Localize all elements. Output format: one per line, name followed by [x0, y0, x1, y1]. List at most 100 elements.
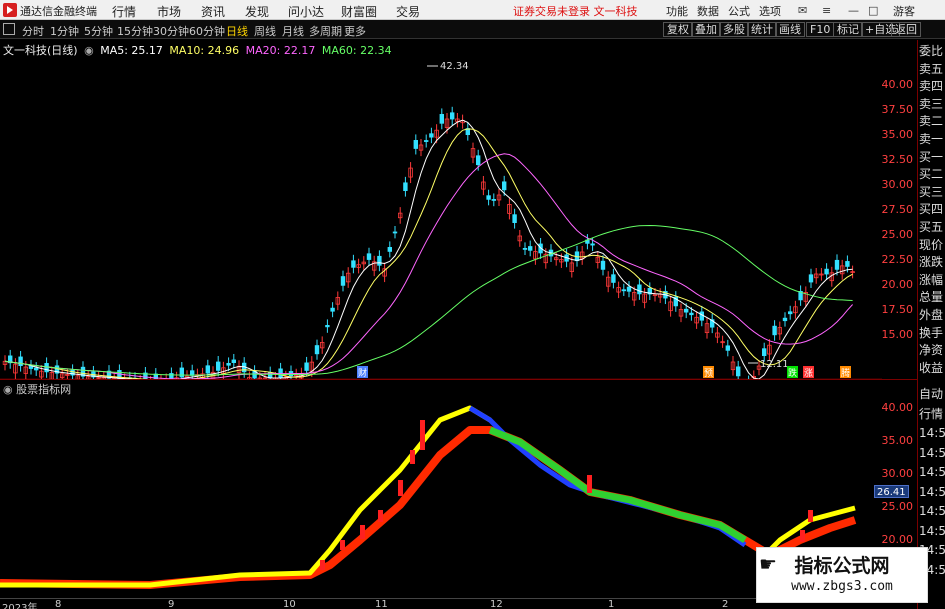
- maximize-icon[interactable]: □: [868, 4, 878, 17]
- indicator-signal-bar: [340, 540, 345, 550]
- time-axis-label: 8: [55, 599, 62, 609]
- period-5min[interactable]: 5分钟: [84, 23, 113, 39]
- candle-body: [600, 260, 606, 270]
- menu-ask[interactable]: 问小达: [288, 3, 324, 20]
- side-panel-item[interactable]: 收益: [919, 361, 945, 375]
- indicator-fast-up-line: [0, 405, 492, 588]
- side-panel-item[interactable]: 委比: [919, 44, 945, 58]
- draw-line-button[interactable]: 画线: [775, 22, 805, 37]
- watermark-url: www.zbgs3.com: [791, 579, 893, 594]
- side-panel-item[interactable]: 卖二: [919, 114, 945, 128]
- login-notice[interactable]: 证券交易未登录 文一科技: [513, 3, 638, 19]
- candle-body: [611, 274, 616, 283]
- indicator-slow-line: [0, 426, 857, 589]
- side-panel-item[interactable]: 现价: [919, 238, 945, 252]
- multi-stock-button[interactable]: 多股: [719, 22, 749, 37]
- candle-body: [226, 363, 231, 366]
- candle-body: [314, 345, 320, 355]
- candle-body: [387, 247, 392, 252]
- period-1min[interactable]: 1分钟: [50, 23, 79, 39]
- user-label[interactable]: 游客: [893, 3, 915, 19]
- menu-trade[interactable]: 交易: [396, 3, 420, 20]
- event-marker-label: 涨: [804, 368, 813, 379]
- mark-button[interactable]: 标记: [833, 22, 863, 37]
- indicator-settings-icon[interactable]: ◉: [3, 383, 13, 396]
- side-panel-item[interactable]: 买一: [919, 150, 945, 164]
- overlay-button[interactable]: 叠加: [691, 22, 721, 37]
- period-more[interactable]: 更多: [344, 23, 366, 39]
- ma60-line: [4, 224, 853, 376]
- candle-body: [34, 367, 39, 371]
- menu-discover[interactable]: 发现: [245, 3, 269, 20]
- candle-body: [736, 366, 741, 377]
- ma20-line: [4, 153, 853, 380]
- indicator-chart[interactable]: [0, 380, 882, 598]
- side-panel-item[interactable]: 买五: [919, 220, 945, 234]
- side-panel-item[interactable]: 换手: [919, 326, 945, 340]
- period-weekly[interactable]: 周线: [254, 23, 276, 39]
- back-button[interactable]: 返回: [891, 22, 921, 37]
- side-panel-item[interactable]: 外盘: [919, 308, 945, 322]
- candlestick-chart[interactable]: 42.34 12.11 财 预 跌涨 腾: [0, 40, 882, 380]
- side-panel-item[interactable]: 涨跌: [919, 255, 945, 269]
- side-panel-item[interactable]: 买二: [919, 167, 945, 181]
- period-daily[interactable]: 日线: [226, 23, 248, 39]
- candle-body: [377, 255, 382, 266]
- window-icon[interactable]: [3, 23, 15, 35]
- side-panel-item[interactable]: 行情: [919, 407, 945, 421]
- side-panel-item[interactable]: 涨幅: [919, 273, 945, 287]
- side-panel-item[interactable]: 14:50: [919, 426, 945, 440]
- side-panel-item[interactable]: 净资: [919, 343, 945, 357]
- side-panel-item[interactable]: 14:50: [919, 524, 945, 538]
- minimize-icon[interactable]: —: [848, 4, 859, 17]
- menu-formula[interactable]: 公式: [728, 3, 750, 19]
- menu-function[interactable]: 功能: [666, 3, 688, 19]
- indicator-axis-label: 40.00: [881, 401, 914, 414]
- candle-body: [501, 181, 507, 191]
- side-panel-item[interactable]: 自动: [919, 387, 945, 401]
- side-panel-item[interactable]: 卖三: [919, 97, 945, 111]
- menu-data[interactable]: 数据: [697, 3, 719, 19]
- period-monthly[interactable]: 月线: [282, 23, 304, 39]
- menu-market[interactable]: 市场: [157, 3, 181, 20]
- restore-rights-button[interactable]: 复权: [663, 22, 693, 37]
- candle-body: [429, 133, 434, 138]
- side-panel-item[interactable]: 买四: [919, 202, 945, 216]
- event-marker-label: 预: [704, 368, 713, 379]
- price-axis-label: 30.00: [881, 178, 914, 191]
- email-icon[interactable]: ✉: [798, 4, 807, 17]
- price-axis: 40.00 37.50 35.00 32.50 30.00 27.50 25.00 22.50…: [882, 40, 917, 380]
- period-30min[interactable]: 30分钟: [153, 23, 189, 39]
- period-multi[interactable]: 多周期: [309, 23, 342, 39]
- menu-news[interactable]: 资讯: [201, 3, 225, 20]
- candle-body: [169, 373, 174, 379]
- side-panel-item[interactable]: 总量: [919, 290, 945, 304]
- side-panel-item[interactable]: 14:50: [919, 485, 945, 499]
- menu-quotes[interactable]: 行情: [112, 3, 136, 20]
- ma-settings-icon[interactable]: ◉: [84, 44, 94, 57]
- menu-options[interactable]: 选项: [759, 3, 781, 19]
- candle-body: [689, 312, 694, 316]
- menu-icon[interactable]: ≡: [822, 4, 831, 17]
- side-panel-item[interactable]: 卖五: [919, 62, 945, 76]
- indicator-signal-bar: [420, 420, 425, 450]
- side-panel-item[interactable]: 买三: [919, 185, 945, 199]
- f10-button[interactable]: F10: [806, 22, 835, 37]
- side-panel-item[interactable]: 卖一: [919, 132, 945, 146]
- indicator-title: 股票指标网: [16, 383, 72, 396]
- period-60min[interactable]: 60分钟: [189, 23, 225, 39]
- side-panel-item[interactable]: 14:50: [919, 465, 945, 479]
- indicator-current-value: 26.41: [874, 485, 909, 498]
- menu-wealth[interactable]: 财富圈: [341, 3, 377, 20]
- statistics-button[interactable]: 统计: [747, 22, 777, 37]
- site-watermark: ☛ 指标公式网 www.zbgs3.com: [756, 547, 928, 603]
- time-axis-label: 12: [490, 599, 503, 609]
- side-panel-item[interactable]: 14:50: [919, 504, 945, 518]
- ma10-line: [4, 128, 853, 380]
- candle-body: [439, 114, 444, 124]
- period-tick[interactable]: 分时: [22, 23, 44, 39]
- side-panel-item[interactable]: 卖四: [919, 79, 945, 93]
- side-panel-item[interactable]: 14:50: [919, 446, 945, 460]
- period-15min[interactable]: 15分钟: [117, 23, 153, 39]
- ma5-label: MA5: 25.17: [100, 44, 163, 57]
